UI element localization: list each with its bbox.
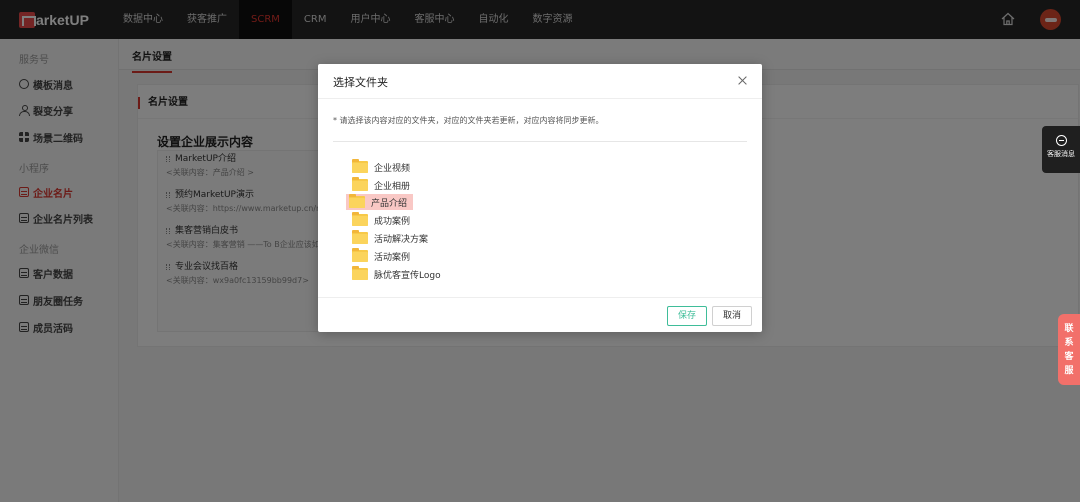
dialog-footer: 保存 取消 bbox=[318, 297, 762, 332]
folder-icon bbox=[352, 177, 368, 191]
folder-icon bbox=[349, 194, 365, 208]
service-message-widget[interactable]: 客服消息 bbox=[1042, 126, 1080, 173]
cancel-button[interactable]: 取消 bbox=[712, 306, 752, 326]
folder-icon bbox=[352, 266, 368, 280]
contact-char: 服 bbox=[1064, 365, 1074, 376]
dialog-header: 选择文件夹 bbox=[318, 64, 762, 99]
contact-service-button[interactable]: 联 系 客 服 bbox=[1058, 314, 1080, 385]
close-icon[interactable] bbox=[737, 75, 748, 86]
divider bbox=[333, 141, 747, 142]
folder-icon bbox=[352, 212, 368, 226]
service-message-label: 客服消息 bbox=[1047, 150, 1075, 158]
folder-item-company-album[interactable]: 企业相册 bbox=[349, 177, 416, 193]
folder-icon bbox=[352, 230, 368, 244]
folder-label: 活动案例 bbox=[374, 252, 411, 263]
save-button[interactable]: 保存 bbox=[667, 306, 707, 326]
folder-label: 脉优客宣传Logo bbox=[374, 270, 441, 281]
folder-label: 企业相册 bbox=[374, 181, 411, 192]
folder-item-promo-logo[interactable]: 脉优客宣传Logo bbox=[349, 266, 447, 282]
folder-label: 产品介绍 bbox=[371, 198, 408, 209]
folder-icon bbox=[352, 159, 368, 173]
contact-char: 客 bbox=[1064, 351, 1074, 362]
contact-char: 系 bbox=[1064, 337, 1074, 348]
folder-item-product-intro[interactable]: 产品介绍 bbox=[346, 194, 414, 210]
folder-item-event-solutions[interactable]: 活动解决方案 bbox=[349, 230, 434, 246]
dialog-title: 选择文件夹 bbox=[333, 76, 388, 89]
folder-label: 企业视频 bbox=[374, 163, 411, 174]
contact-char: 联 bbox=[1064, 323, 1074, 334]
folder-icon bbox=[352, 248, 368, 262]
folder-item-success-cases[interactable]: 成功案例 bbox=[349, 212, 416, 228]
folder-label: 活动解决方案 bbox=[374, 234, 429, 245]
message-icon bbox=[1055, 135, 1067, 146]
folder-item-event-cases[interactable]: 活动案例 bbox=[349, 248, 416, 264]
select-folder-dialog: 选择文件夹 * 请选择该内容对应的文件夹，对应的文件夹若更新，对应内容将同步更新… bbox=[318, 64, 762, 332]
folder-label: 成功案例 bbox=[374, 216, 411, 227]
dialog-note: * 请选择该内容对应的文件夹，对应的文件夹若更新，对应内容将同步更新。 bbox=[333, 116, 604, 125]
folder-item-company-video[interactable]: 企业视频 bbox=[349, 159, 416, 175]
